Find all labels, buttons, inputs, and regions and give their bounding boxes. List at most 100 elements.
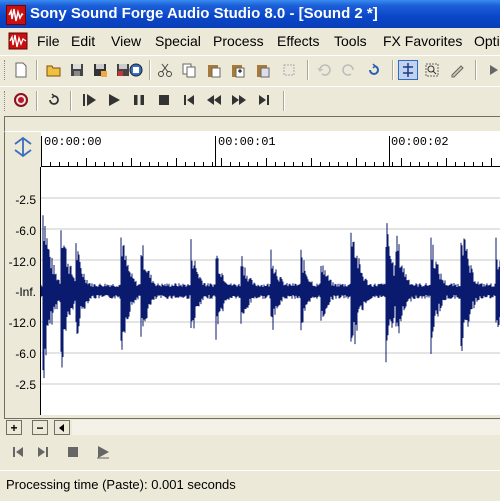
arrow-left-icon bbox=[59, 423, 64, 432]
menu-view[interactable]: View bbox=[111, 33, 141, 49]
copy-icon[interactable] bbox=[179, 60, 199, 80]
ruler-tick bbox=[455, 162, 456, 166]
ruler-major-tick bbox=[389, 136, 390, 166]
play-icon[interactable] bbox=[93, 442, 113, 462]
pause-icon[interactable] bbox=[129, 90, 149, 110]
menu-special[interactable]: Special bbox=[155, 33, 201, 49]
menu-tools[interactable]: Tools bbox=[334, 33, 367, 49]
ruler-tick bbox=[338, 162, 339, 166]
data-window: 00:00:00 00:00:01 00:00:02 -2.5 -6.0 -12… bbox=[4, 132, 500, 437]
repeat-icon[interactable] bbox=[364, 60, 384, 80]
ruler-tick bbox=[401, 158, 402, 166]
new-icon[interactable] bbox=[11, 60, 31, 80]
horizontal-scrollbar-track[interactable] bbox=[72, 420, 500, 435]
cut-icon[interactable] bbox=[155, 60, 175, 80]
ruler-tick bbox=[284, 162, 285, 166]
go-to-end-icon[interactable] bbox=[33, 442, 53, 462]
ruler-label: 00:00:01 bbox=[218, 135, 276, 149]
title-bar: Sony Sound Forge Audio Studio 8.0 - [Sou… bbox=[0, 0, 500, 28]
db-label: -12.0 bbox=[8, 255, 36, 269]
ruler-tick bbox=[266, 158, 267, 166]
ruler-tick bbox=[68, 162, 69, 166]
menu-edit[interactable]: Edit bbox=[71, 33, 95, 49]
open-icon[interactable] bbox=[44, 60, 64, 80]
db-label: -2.5 bbox=[15, 378, 36, 392]
ruler-major-tick bbox=[215, 136, 216, 166]
ruler-tick bbox=[113, 162, 114, 166]
sound-forge-app-icon[interactable] bbox=[6, 5, 26, 25]
overview-bar[interactable] bbox=[4, 116, 500, 132]
ruler-tick bbox=[365, 162, 366, 166]
ruler-tick bbox=[248, 162, 249, 166]
go-to-start-icon[interactable] bbox=[8, 442, 28, 462]
menu-options[interactable]: Opti bbox=[474, 33, 500, 49]
toolbar-separator bbox=[70, 91, 72, 111]
undo-icon[interactable] bbox=[314, 60, 334, 80]
ruler-tick bbox=[95, 162, 96, 166]
toolbar-grip[interactable] bbox=[4, 60, 8, 80]
ruler-tick bbox=[347, 162, 348, 166]
db-label: -2.5 bbox=[15, 193, 36, 207]
menu-effects[interactable]: Effects bbox=[277, 33, 320, 49]
menu-bar: File Edit View Special Process Effects T… bbox=[0, 28, 500, 54]
magnify-tool-icon[interactable] bbox=[422, 60, 442, 80]
ruler-tick bbox=[176, 158, 177, 166]
event-tool-icon[interactable] bbox=[482, 60, 500, 80]
play-all-icon[interactable] bbox=[79, 90, 99, 110]
edit-tool-icon[interactable] bbox=[398, 60, 418, 80]
ruler-tick bbox=[257, 162, 258, 166]
waveform-display[interactable] bbox=[41, 167, 500, 415]
ruler-tick bbox=[167, 162, 168, 166]
ruler-tick bbox=[230, 162, 231, 166]
go-to-end-icon[interactable] bbox=[254, 90, 274, 110]
save-icon[interactable] bbox=[67, 60, 87, 80]
pencil-tool-icon[interactable] bbox=[447, 60, 467, 80]
record-icon[interactable] bbox=[11, 90, 31, 110]
ruler-tick bbox=[122, 162, 123, 166]
fast-forward-icon[interactable] bbox=[229, 90, 249, 110]
zoom-out-button[interactable]: − bbox=[32, 420, 48, 435]
redo-icon[interactable] bbox=[339, 60, 359, 80]
scroll-left-button[interactable] bbox=[54, 420, 70, 435]
window-title: Sony Sound Forge Audio Studio 8.0 - [Sou… bbox=[30, 5, 378, 22]
toolbar-separator bbox=[36, 91, 38, 111]
crop-icon[interactable] bbox=[279, 60, 299, 80]
toolbar-separator bbox=[283, 91, 285, 111]
rewind-icon[interactable] bbox=[204, 90, 224, 110]
ruler-tick bbox=[410, 162, 411, 166]
mix-icon[interactable] bbox=[253, 60, 273, 80]
toolbar-grip[interactable] bbox=[4, 91, 8, 111]
save-as-icon[interactable] bbox=[90, 60, 110, 80]
ruler-tick bbox=[203, 162, 204, 166]
ruler-tick bbox=[419, 162, 420, 166]
time-ruler[interactable]: 00:00:00 00:00:01 00:00:02 bbox=[41, 132, 500, 167]
data-window-transport bbox=[0, 438, 500, 466]
publish-icon[interactable] bbox=[126, 60, 146, 80]
paste-icon[interactable] bbox=[204, 60, 224, 80]
snap-icon[interactable] bbox=[5, 132, 41, 166]
ruler-tick bbox=[221, 158, 222, 166]
ruler-tick bbox=[374, 162, 375, 166]
paste-special-icon[interactable] bbox=[228, 60, 248, 80]
ruler-corner bbox=[5, 132, 41, 166]
db-label: -Inf. bbox=[15, 285, 36, 299]
ruler-tick bbox=[446, 158, 447, 166]
stop-icon[interactable] bbox=[63, 442, 83, 462]
play-icon[interactable] bbox=[104, 90, 124, 110]
document-window-icon[interactable] bbox=[8, 32, 28, 50]
transport-toolbar bbox=[0, 86, 500, 115]
loop-icon[interactable] bbox=[44, 90, 64, 110]
db-label: -6.0 bbox=[15, 347, 36, 361]
menu-fx-favorites[interactable]: FX Favorites bbox=[383, 33, 462, 49]
menu-file[interactable]: File bbox=[37, 33, 60, 49]
zoom-in-button[interactable]: + bbox=[6, 420, 22, 435]
go-to-start-icon[interactable] bbox=[179, 90, 199, 110]
ruler-tick bbox=[86, 158, 87, 166]
ruler-tick bbox=[239, 162, 240, 166]
zoom-out-label: − bbox=[36, 420, 44, 435]
toolbar-separator bbox=[149, 60, 151, 80]
ruler-label: 00:00:02 bbox=[391, 135, 449, 149]
stop-icon[interactable] bbox=[154, 90, 174, 110]
menu-process[interactable]: Process bbox=[213, 33, 264, 49]
ruler-tick bbox=[383, 162, 384, 166]
